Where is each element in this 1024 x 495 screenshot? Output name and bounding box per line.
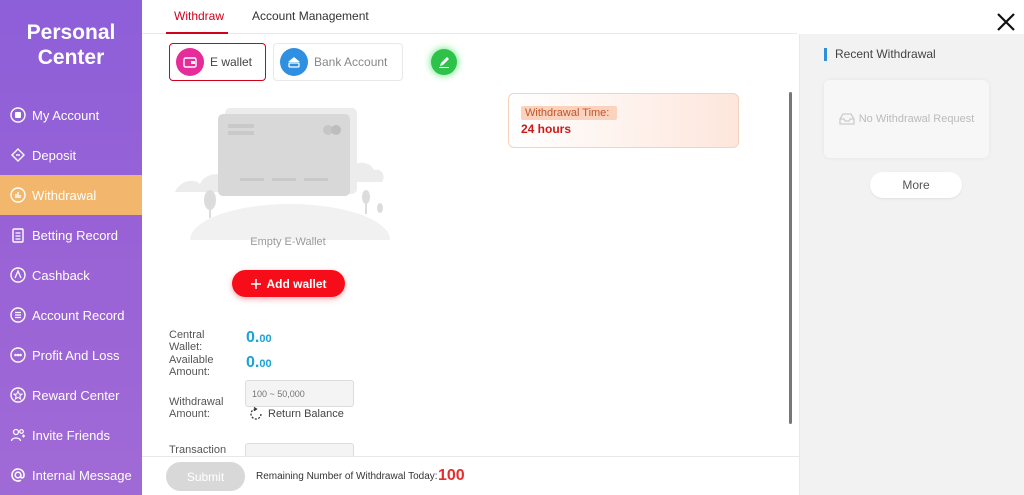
sidebar-item-label: Account Record — [32, 307, 125, 323]
empty-wallet-text: Empty E-Wallet — [250, 236, 326, 248]
submit-button[interactable]: Submit — [166, 462, 245, 491]
brand-title: Personal Center — [0, 20, 142, 70]
sidebar-item-cashback[interactable]: Cashback — [0, 255, 142, 295]
return-balance-label: Return Balance — [268, 408, 344, 420]
sidebar-item-internal-message[interactable]: Internal Message — [0, 455, 142, 495]
bank-account-method-button[interactable]: Bank Account — [273, 43, 403, 81]
return-balance-button[interactable]: Return Balance — [249, 407, 344, 421]
sidebar-item-label: Cashback — [32, 267, 90, 283]
more-button[interactable]: More — [870, 172, 962, 198]
no-withdrawal-text: No Withdrawal Request — [858, 113, 975, 125]
withdrawal-time-notice: Withdrawal Time: 24 hours — [508, 93, 739, 148]
star-icon — [10, 387, 26, 403]
sidebar-item-label: Invite Friends — [32, 427, 111, 443]
remaining-withdrawals-label: Remaining Number of Withdrawal Today: — [256, 471, 438, 482]
deposit-icon — [10, 147, 26, 163]
empty-wallet-illustration — [175, 108, 390, 240]
central-wallet-int: 0. — [246, 329, 260, 346]
edit-button[interactable] — [431, 49, 457, 75]
add-wallet-label: Add wallet — [266, 276, 327, 291]
withdrawal-time-value: 24 hours — [521, 122, 572, 136]
refresh-icon — [250, 407, 262, 420]
clipboard-icon — [10, 227, 26, 243]
content-scrollbar[interactable] — [789, 92, 792, 424]
account-icon — [10, 107, 26, 123]
active-tab-indicator — [166, 32, 228, 34]
sidebar-item-invite-friends[interactable]: Invite Friends — [0, 415, 142, 455]
bank-icon — [280, 48, 308, 76]
central-wallet-value: 0.00 — [246, 329, 272, 347]
chart-icon — [10, 347, 26, 363]
withdrawal-icon — [10, 187, 26, 203]
brand-line-1: Personal — [26, 21, 116, 44]
sidebar-item-label: Reward Center — [32, 387, 120, 403]
empty-box-icon — [839, 113, 855, 125]
close-icon — [997, 13, 1015, 31]
central-wallet-dec: 00 — [259, 333, 272, 345]
sidebar-item-label: Deposit — [32, 147, 77, 163]
sidebar-item-label: My Account — [32, 107, 100, 123]
transaction-label: Transaction — [169, 444, 227, 456]
sidebar-item-profit-and-loss[interactable]: Profit And Loss — [0, 335, 142, 375]
remaining-withdrawals-count: 100 — [438, 467, 465, 484]
central-wallet-label: Central Wallet: — [169, 329, 205, 353]
sidebar-item-label: Withdrawal — [32, 187, 97, 203]
no-withdrawal-card: No Withdrawal Request — [824, 80, 989, 158]
sidebar-item-betting-record[interactable]: Betting Record — [0, 215, 142, 255]
pencil-icon — [439, 57, 449, 68]
at-icon — [10, 467, 26, 483]
sidebar: Personal Center My Account Deposit Withd… — [0, 0, 142, 495]
sidebar-item-label: Internal Message — [32, 467, 132, 483]
personal-center-window: Personal Center My Account Deposit Withd… — [0, 0, 1024, 495]
sidebar-item-my-account[interactable]: My Account — [0, 95, 142, 135]
top-tabs: Withdraw Account Management — [142, 0, 797, 34]
available-dec: 00 — [259, 358, 272, 370]
tab-account-management[interactable]: Account Management — [252, 9, 369, 23]
add-wallet-button[interactable]: Add wallet — [232, 270, 345, 297]
sidebar-item-reward-center[interactable]: Reward Center — [0, 375, 142, 415]
plus-icon — [251, 278, 262, 289]
ewallet-label: E wallet — [210, 55, 253, 69]
withdrawal-amount-input[interactable] — [245, 380, 354, 407]
recent-withdrawal-title: Recent Withdrawal — [824, 48, 936, 61]
users-icon — [10, 427, 26, 443]
wallet-icon — [176, 48, 204, 76]
sidebar-item-label: Betting Record — [32, 227, 118, 243]
withdrawal-amount-label: Withdrawal Amount: — [169, 396, 224, 420]
sidebar-item-deposit[interactable]: Deposit — [0, 135, 142, 175]
brand-line-2: Center — [37, 46, 105, 69]
available-int: 0. — [246, 354, 260, 371]
available-amount-label: Available Amount: — [169, 354, 214, 378]
close-button[interactable] — [994, 10, 1018, 34]
sidebar-item-account-record[interactable]: Account Record — [0, 295, 142, 335]
available-amount-value: 0.00 — [246, 354, 272, 372]
bank-account-label: Bank Account — [314, 55, 388, 69]
cashback-icon — [10, 267, 26, 283]
sidebar-nav: My Account Deposit Withdrawal Betting Re… — [0, 95, 142, 495]
withdrawal-time-label: Withdrawal Time: — [521, 106, 618, 120]
list-icon — [10, 307, 26, 323]
recent-withdrawal-panel: Recent Withdrawal No Withdrawal Request … — [799, 34, 1024, 495]
transaction-password-input[interactable] — [245, 443, 354, 457]
bottom-bar: Submit Remaining Number of Withdrawal To… — [142, 456, 799, 495]
sidebar-item-withdrawal[interactable]: Withdrawal — [0, 175, 142, 215]
ewallet-method-button[interactable]: E wallet — [169, 43, 266, 81]
sidebar-item-label: Profit And Loss — [32, 347, 120, 363]
tab-withdraw[interactable]: Withdraw — [174, 9, 224, 23]
